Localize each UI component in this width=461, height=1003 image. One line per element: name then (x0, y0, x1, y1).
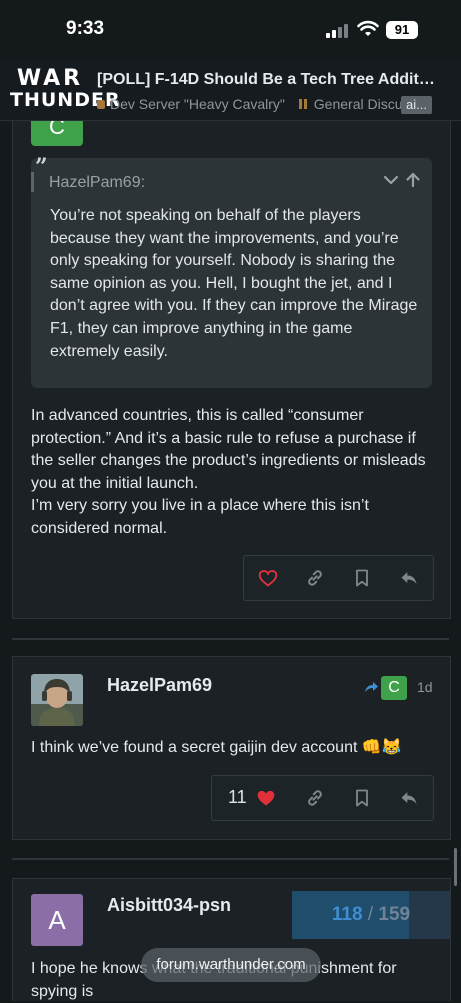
quote-block: ” HazelPam69: You’re not speaking on beh… (31, 154, 432, 388)
reply-to-avatar[interactable]: C (381, 676, 407, 700)
post-divider (12, 638, 449, 640)
quote-mark-icon: ” (35, 154, 48, 180)
logo-line-2: THUNDER (10, 89, 121, 111)
forum-header: WAR THUNDER [POLL] F-14D Should Be a Tec… (0, 62, 461, 121)
post-actions: 11 (211, 775, 434, 821)
reply-icon (401, 792, 417, 805)
copy-link-button[interactable] (293, 556, 337, 600)
progress-separator: / (367, 904, 374, 925)
progress-current: 118 (331, 904, 363, 925)
post-username[interactable]: Aisbitt034-psn (107, 895, 231, 916)
topic-tag[interactable]: ai... (401, 96, 432, 114)
breadcrumb-category[interactable]: Dev Server "Heavy Cavalry" (110, 96, 285, 112)
post-actions (243, 555, 434, 601)
quote-bar (31, 172, 34, 192)
browser-url-bar[interactable]: forum.warthunder.com (141, 948, 321, 982)
reply-button[interactable] (387, 556, 431, 600)
reply-button[interactable] (387, 776, 431, 820)
category-color-icon (97, 100, 105, 109)
like-button[interactable] (244, 776, 288, 820)
breadcrumb: Dev Server "Heavy Cavalry" General Discu… (97, 96, 432, 114)
chevron-down-icon[interactable] (381, 170, 401, 190)
post: C ” HazelPam69: You’re not speaking on b… (12, 121, 451, 619)
quote-text: You’re not speaking on behalf of the pla… (50, 207, 418, 360)
avatar[interactable]: C (31, 121, 83, 146)
link-icon (308, 570, 322, 586)
link-icon (308, 790, 322, 806)
avatar[interactable] (31, 674, 83, 726)
user-portrait-icon (31, 674, 83, 726)
battery-indicator: 91 (386, 21, 418, 39)
avatar[interactable]: A (31, 894, 83, 946)
quote-author[interactable]: HazelPam69: (49, 174, 145, 192)
clock: 9:33 (66, 18, 105, 39)
bookmark-icon (356, 789, 368, 807)
reply-to-arrow-icon[interactable] (363, 679, 379, 695)
post-username[interactable]: HazelPam69 (107, 675, 212, 696)
scrollbar-thumb[interactable] (454, 848, 457, 886)
topic-title[interactable]: [POLL] F-14D Should Be a Tech Tree Addit… (97, 71, 437, 89)
heart-filled-icon (257, 790, 275, 806)
bookmark-icon (356, 569, 368, 587)
like-button[interactable] (246, 556, 290, 600)
wifi-icon (357, 20, 379, 36)
heart-icon (258, 569, 278, 587)
post-body: I think we’ve found a secret gaijin dev … (31, 739, 402, 756)
topic-progress[interactable]: 118 / 159 (292, 891, 450, 939)
post-paragraph: I’m very sorry you live in a place where… (31, 497, 369, 537)
arrow-up-icon[interactable] (403, 170, 423, 190)
reply-icon (401, 572, 417, 585)
status-bar: 9:33 91 (0, 0, 461, 62)
war-thunder-logo[interactable]: WAR THUNDER (10, 66, 121, 116)
post-divider (12, 858, 449, 860)
logo-line-1: WAR (16, 66, 84, 91)
bookmark-button[interactable] (340, 556, 384, 600)
progress-total: 159 (378, 904, 411, 925)
topic-progress-label: 118 / 159 (292, 891, 450, 939)
post: HazelPam69 C 1d I think we’ve found a se… (12, 656, 451, 840)
cellular-signal-icon (326, 24, 348, 38)
subcategory-color-icon (298, 96, 309, 112)
bookmark-button[interactable] (340, 776, 384, 820)
post-paragraph: In advanced countries, this is called “c… (31, 407, 426, 492)
post-body: In advanced countries, this is called “c… (31, 405, 436, 541)
copy-link-button[interactable] (293, 776, 337, 820)
post-date[interactable]: 1d (417, 679, 433, 695)
